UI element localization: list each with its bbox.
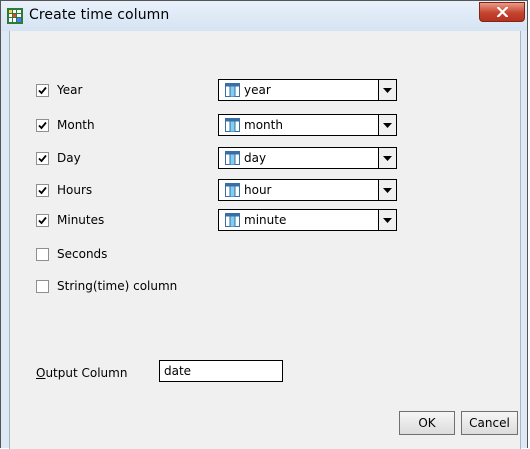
seconds-checkbox-row[interactable]: Seconds	[36, 246, 107, 262]
seconds-checkbox[interactable]	[36, 247, 49, 261]
output-column-label: Output Column	[36, 366, 127, 380]
ok-button[interactable]: OK	[399, 411, 455, 435]
minutes-label: Minutes	[57, 213, 105, 227]
checkmark-icon	[38, 86, 47, 94]
column-icon	[225, 151, 240, 165]
month-checkbox-row[interactable]: Month	[36, 117, 95, 133]
year-column-value: year	[244, 83, 271, 97]
output-column-input[interactable]: date	[159, 360, 283, 382]
column-icon	[225, 83, 240, 97]
seconds-label: Seconds	[57, 247, 108, 261]
app-grid-icon	[7, 8, 23, 24]
month-checkbox[interactable]	[36, 118, 49, 132]
year-checkbox-row[interactable]: Year	[36, 82, 82, 98]
dialog-window: Create time column Year year Month month…	[0, 0, 528, 449]
month-dropdown-button[interactable]	[378, 115, 396, 135]
column-icon	[225, 118, 240, 132]
hours-column-select[interactable]: hour	[218, 179, 397, 201]
output-column-label-text: utput Column	[45, 366, 128, 380]
checkmark-icon	[38, 186, 47, 194]
hours-checkbox-row[interactable]: Hours	[36, 182, 92, 198]
checkmark-icon	[38, 121, 47, 129]
minutes-checkbox[interactable]	[36, 213, 49, 227]
day-checkbox-row[interactable]: Day	[36, 150, 81, 166]
string-time-column-checkbox[interactable]	[36, 279, 49, 293]
title-bar[interactable]: Create time column	[1, 1, 527, 31]
dropdown-arrow-icon	[383, 123, 392, 128]
year-label: Year	[57, 83, 83, 97]
close-button[interactable]	[479, 2, 525, 22]
day-label: Day	[57, 151, 81, 165]
column-icon	[225, 213, 240, 227]
month-column-value: month	[244, 118, 283, 132]
minutes-dropdown-button[interactable]	[378, 210, 396, 230]
string-time-column-checkbox-row[interactable]: String(time) column	[36, 278, 177, 294]
string-time-column-label: String(time) column	[57, 279, 178, 293]
hours-checkbox[interactable]	[36, 183, 49, 197]
year-column-select[interactable]: year	[218, 79, 397, 101]
hours-dropdown-button[interactable]	[378, 180, 396, 200]
close-icon	[497, 7, 508, 17]
dropdown-arrow-icon	[383, 218, 392, 223]
year-dropdown-button[interactable]	[378, 80, 396, 100]
checkmark-icon	[38, 154, 47, 162]
minutes-checkbox-row[interactable]: Minutes	[36, 212, 104, 228]
dropdown-arrow-icon	[383, 88, 392, 93]
dropdown-arrow-icon	[383, 156, 392, 161]
hours-column-value: hour	[244, 183, 272, 197]
dropdown-arrow-icon	[383, 188, 392, 193]
dialog-client-area: Year year Month month Day day Hours hour…	[9, 31, 521, 449]
month-label: Month	[57, 118, 95, 132]
year-checkbox[interactable]	[36, 83, 49, 97]
cancel-button[interactable]: Cancel	[461, 411, 518, 435]
day-checkbox[interactable]	[36, 151, 49, 165]
window-title: Create time column	[29, 7, 170, 23]
checkmark-icon	[38, 216, 47, 224]
minutes-column-value: minute	[244, 213, 287, 227]
day-column-select[interactable]: day	[218, 147, 397, 169]
day-column-value: day	[244, 151, 267, 165]
minutes-column-select[interactable]: minute	[218, 209, 397, 231]
month-column-select[interactable]: month	[218, 114, 397, 136]
column-icon	[225, 183, 240, 197]
hours-label: Hours	[57, 183, 93, 197]
day-dropdown-button[interactable]	[378, 148, 396, 168]
